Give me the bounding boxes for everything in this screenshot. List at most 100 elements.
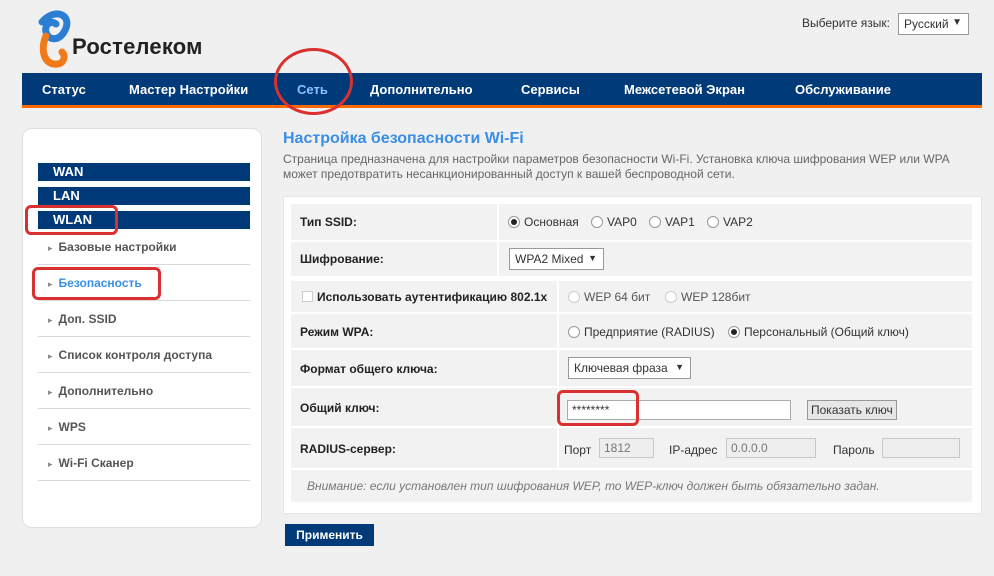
sidebar-item-basic[interactable]: ▸ Базовые настройки [38,229,250,265]
ssid-type-label: Тип SSID: [300,215,357,229]
brand-name: Ростелеком [72,34,203,59]
wpa-mode-label: Режим WPA: [300,325,374,339]
apply-button[interactable]: Применить [285,524,374,546]
radio-label: VAP1 [665,215,695,229]
radio-label: VAP2 [723,215,753,229]
nav-firewall[interactable]: Межсетевой Экран [624,73,745,105]
sidebar-item-label: Доп. SSID [58,312,117,326]
radio-label: Персональный (Общий ключ) [744,325,909,339]
key-format-select[interactable]: Ключевая фраза ▼ [568,357,691,379]
nav-setup-wizard[interactable]: Мастер Настройки [129,73,248,105]
chevron-down-icon: ▼ [675,362,684,372]
security-form: Тип SSID: Основная VAP0 VAP1 VAP2 Шифров… [283,196,982,514]
sidebar-group-wan[interactable]: WAN [38,163,250,181]
radius-label: RADIUS-сервер: [300,442,396,456]
sidebar-group-lan[interactable]: LAN [38,187,250,205]
wep-note: Внимание: если установлен тип шифрования… [307,479,880,493]
radio-wpa-personal[interactable]: Персональный (Общий ключ) [728,325,909,339]
row-encryption: Шифрование: WPA2 Mixed ▼ [291,242,972,276]
sidebar-item-acl[interactable]: ▸ Список контроля доступа [38,337,250,373]
radio-label: WEP 128бит [681,290,751,304]
divider [497,242,499,276]
radius-port-label: Порт [564,443,592,457]
show-key-button[interactable]: Показать ключ [807,400,897,420]
sidebar-item-label: Wi-Fi Сканер [58,456,134,470]
bullet-icon: ▸ [48,459,53,469]
sidebar-item-wps[interactable]: ▸ WPS [38,409,250,445]
language-label: Выберите язык: [802,16,890,30]
row-shared-key: Общий ключ: ******** Показать ключ [291,388,972,426]
bullet-icon: ▸ [48,423,53,433]
sidebar-group-wlan[interactable]: WLAN [38,211,250,229]
radio-icon [591,216,603,228]
radio-label: WEP 64 бит [584,290,651,304]
radius-port-input[interactable]: 1812 [599,438,654,458]
radio-icon [707,216,719,228]
nav-advanced[interactable]: Дополнительно [370,73,473,105]
divider [557,314,559,348]
divider [557,281,559,312]
radius-ip-input[interactable]: 0.0.0.0 [726,438,816,458]
page-description: Страница предназначена для настройки пар… [283,152,950,181]
radio-icon [665,291,677,303]
nav-status[interactable]: Статус [42,73,86,105]
encryption-select[interactable]: WPA2 Mixed ▼ [509,248,604,270]
radio-wpa-enterprise[interactable]: Предприятие (RADIUS) [568,325,715,339]
radio-wep64[interactable]: WEP 64 бит [568,290,650,304]
radius-password-label: Пароль [833,443,875,457]
divider [497,204,499,240]
shared-key-label: Общий ключ: [300,401,380,415]
sidebar-item-label: WPS [58,420,86,434]
radio-icon [728,326,740,338]
bullet-icon: ▸ [48,387,53,397]
bullet-icon: ▸ [48,279,53,289]
sidebar-item-advanced[interactable]: ▸ Дополнительно [38,373,250,409]
nav-services[interactable]: Сервисы [521,73,580,105]
row-key-format: Формат общего ключа: Ключевая фраза ▼ [291,350,972,386]
sidebar-item-security[interactable]: ▸ Безопасность [38,265,250,301]
nav-network[interactable]: Сеть [297,73,328,105]
checkbox-icon [302,291,313,302]
radio-ssid-vap0[interactable]: VAP0 [591,215,637,229]
radio-ssid-main[interactable]: Основная [508,215,579,229]
encryption-value: WPA2 Mixed [515,252,584,266]
key-format-value: Ключевая фраза [574,361,668,375]
radio-label: Предприятие (RADIUS) [584,325,715,339]
radio-wep128[interactable]: WEP 128бит [665,290,751,304]
radio-icon [649,216,661,228]
language-value: Русский [904,17,949,31]
checkbox-label: Использовать аутентификацию 802.1x [317,290,548,304]
divider [557,428,559,468]
sidebar-item-wifi-scanner[interactable]: ▸ Wi-Fi Сканер [38,445,250,481]
shared-key-input[interactable]: ******** [567,400,791,420]
sidebar-item-extra-ssid[interactable]: ▸ Доп. SSID [38,301,250,337]
radio-icon [568,291,580,303]
chevron-down-icon: ▼ [588,253,597,263]
radius-password-input[interactable] [882,438,960,458]
nav-maintenance[interactable]: Обслуживание [795,73,891,105]
radio-label: VAP0 [607,215,637,229]
radius-ip-label: IP-адрес [669,443,718,457]
key-format-label: Формат общего ключа: [300,362,438,376]
sidebar: WAN LAN WLAN ▸ Базовые настройки ▸ Безопас… [22,128,262,528]
divider [557,350,559,386]
language-select[interactable]: Русский ▼ [898,13,969,35]
row-ssid-type: Тип SSID: Основная VAP0 VAP1 VAP2 [291,204,972,240]
sidebar-item-label: Дополнительно [58,384,154,398]
radio-icon [508,216,520,228]
encryption-label: Шифрование: [300,252,384,266]
checkbox-8021x[interactable]: Использовать аутентификацию 802.1x [302,290,547,304]
radio-label: Основная [524,215,579,229]
row-8021x: Использовать аутентификацию 802.1x WEP 6… [291,281,972,312]
bullet-icon: ▸ [48,243,53,253]
row-radius: RADIUS-сервер: Порт 1812 IP-адрес 0.0.0.… [291,428,972,468]
radio-ssid-vap1[interactable]: VAP1 [649,215,695,229]
router-admin-page: Ростелеком Выберите язык: Русский ▼ Стат… [0,0,994,576]
divider [557,388,559,426]
main-nav: Статус Мастер Настройки Сеть Дополнитель… [22,73,982,108]
sidebar-item-label: Список контроля доступа [58,348,213,362]
chevron-down-icon: ▼ [952,17,962,28]
radio-ssid-vap2[interactable]: VAP2 [707,215,753,229]
radio-icon [568,326,580,338]
page-title: Настройка безопасности Wi-Fi [283,130,524,147]
